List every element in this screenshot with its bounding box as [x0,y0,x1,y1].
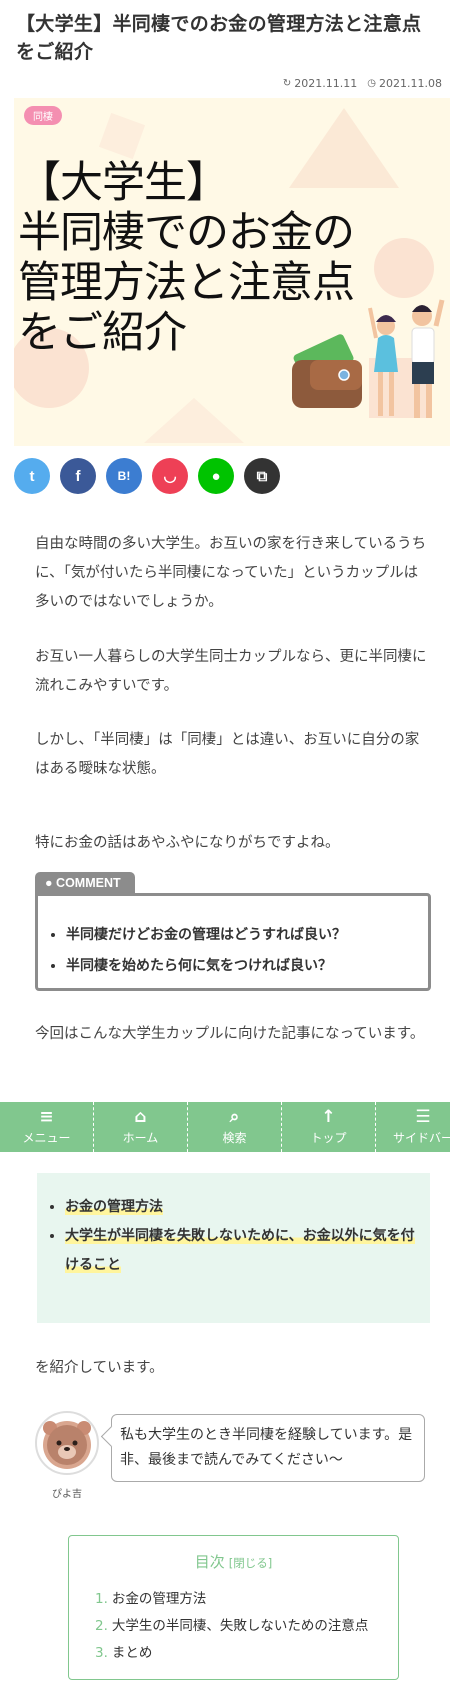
comment-item: 半同棲を始めたら何に気をつければ良い？ [66,951,418,982]
copy-link-button[interactable]: ⧉ [244,458,280,494]
published-date: ◷ 2021.11.08 [367,77,442,90]
twitter-share-button[interactable]: t [14,458,50,494]
bear-icon [43,1421,91,1469]
nav-search-button[interactable]: ⌕ 検索 [188,1102,282,1152]
toc-item[interactable]: 2. 大学生の半同棲、失敗しないための注意点 [95,1613,398,1640]
topics-box: お金の管理方法 大学生が半同棲を失敗しないために、お金以外に気を付けること [37,1173,430,1323]
intro-paragraph: しかし、「半同棲」は「同棲」とは違い、お互いに自分の家はある曖昧な状態。 [35,732,420,777]
line-share-button[interactable]: ● [198,458,234,494]
bottom-nav: ≡ メニュー ⌂ ホーム ⌕ 検索 ↑ トップ ☰ サイドバー [0,1102,450,1152]
comment-box: 半同棲だけどお金の管理はどうすれば良い？ 半同棲を始めたら何に気をつければ良い？ [35,893,431,991]
category-badge[interactable]: 同棲 [24,106,62,125]
updated-date: ↻ 2021.11.11 [282,77,358,90]
hatena-share-button[interactable]: B! [106,458,142,494]
menu-icon: ≡ [39,1107,54,1127]
intro-paragraph: お互い一人暮らしの大学生同士カップルなら、更に半同棲に流れこみやすいです。 [35,649,427,694]
toc-toggle[interactable]: [閉じる] [229,1556,272,1570]
hatena-icon: B! [117,469,131,483]
toc-item[interactable]: 3. まとめ [95,1640,398,1667]
topic-item: 大学生が半同棲を失敗しないために、お金以外に気を付けること [65,1222,420,1280]
table-of-contents: 目次 [閉じる] 1. お金の管理方法 2. 大学生の半同棲、失敗しないための注意点 … [68,1535,399,1680]
eyecatch-image: 同棲 【大学生】 半同棲でのお金の 管理方法と注意点 をご紹介 [14,98,450,446]
refresh-icon: ↻ [282,78,292,89]
target-paragraph: 今回はこんな大学生カップルに向けた記事になっています。 [35,1026,425,1042]
copy-icon: ⧉ [256,467,268,485]
topics-suffix: を紹介しています。 [35,1360,164,1376]
intro-paragraph: 特にお金の話はあやふやになりがちですよね。 [35,835,340,851]
toc-item[interactable]: 1. お金の管理方法 [95,1586,398,1613]
sidebar-icon: ☰ [415,1107,431,1127]
speaker-name: ぴよ吉 [52,1489,82,1500]
share-buttons: t f B! ◡ ● ⧉ [14,458,280,494]
post-dates: ↻ 2021.11.11 ◷ 2021.11.08 [283,77,442,90]
search-icon: ⌕ [229,1107,240,1127]
topic-item: お金の管理方法 [65,1193,420,1222]
comment-label: ● COMMENT [35,872,135,894]
comment-item: 半同棲だけどお金の管理はどうすれば良い？ [66,920,418,951]
line-icon: ● [211,467,221,485]
facebook-share-button[interactable]: f [60,458,96,494]
twitter-icon: t [29,467,35,485]
clock-icon: ◷ [367,78,377,89]
nav-home-button[interactable]: ⌂ ホーム [94,1102,188,1152]
intro-paragraph: 自由な時間の多い大学生。お互いの家を行き来しているうちに、「気が付いたら半同棲に… [35,536,427,610]
toc-title: 目次 [閉じる] [194,1553,273,1571]
arrow-up-icon: ↑ [321,1107,336,1127]
facebook-icon: f [75,467,81,485]
pocket-share-button[interactable]: ◡ [152,458,188,494]
eyecatch-text: 【大学生】 半同棲でのお金の 管理方法と注意点 をご紹介 [18,158,355,358]
nav-menu-button[interactable]: ≡ メニュー [0,1102,94,1152]
nav-sidebar-button[interactable]: ☰ サイドバー [376,1102,450,1152]
comment-icon: ● [45,876,53,890]
avatar [35,1411,99,1475]
home-icon: ⌂ [134,1107,147,1127]
page-title: 【大学生】半同棲でのお金の管理方法と注意点をご紹介 [16,13,422,63]
nav-top-button[interactable]: ↑ トップ [282,1102,376,1152]
pocket-icon: ◡ [163,468,177,485]
speech-bubble: 私も大学生のとき半同棲を経験しています。是非、最後まで読んでみてください〜 [111,1414,425,1482]
